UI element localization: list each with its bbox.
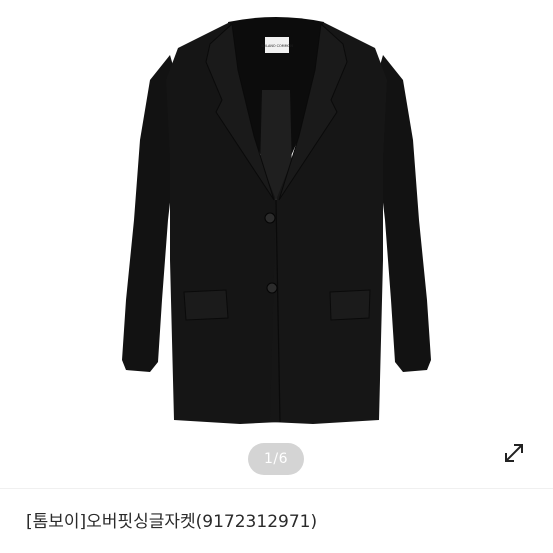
product-detail-screen: SOLANO COMMON 1/6 [톰보이]오버핏싱글자켓(917231297… <box>0 0 553 553</box>
product-title-section: [톰보이]오버핏싱글자켓(9172312971) <box>0 489 553 553</box>
expand-image-button[interactable] <box>497 436 531 470</box>
jacket-button-bottom <box>266 282 278 294</box>
image-page-indicator: 1/6 <box>248 443 304 475</box>
product-image-gallery[interactable]: SOLANO COMMON 1/6 <box>0 0 553 488</box>
jacket-left-pocket-flap <box>183 289 229 321</box>
jacket-neck-label-text: SOLANO COMMON <box>261 44 293 48</box>
product-title: [톰보이]오버핏싱글자켓(9172312971) <box>26 512 318 532</box>
product-image[interactable]: SOLANO COMMON <box>0 0 553 488</box>
expand-arrows-icon <box>505 444 523 462</box>
jacket-button-top <box>264 212 276 224</box>
jacket-right-pocket-flap <box>329 289 371 321</box>
